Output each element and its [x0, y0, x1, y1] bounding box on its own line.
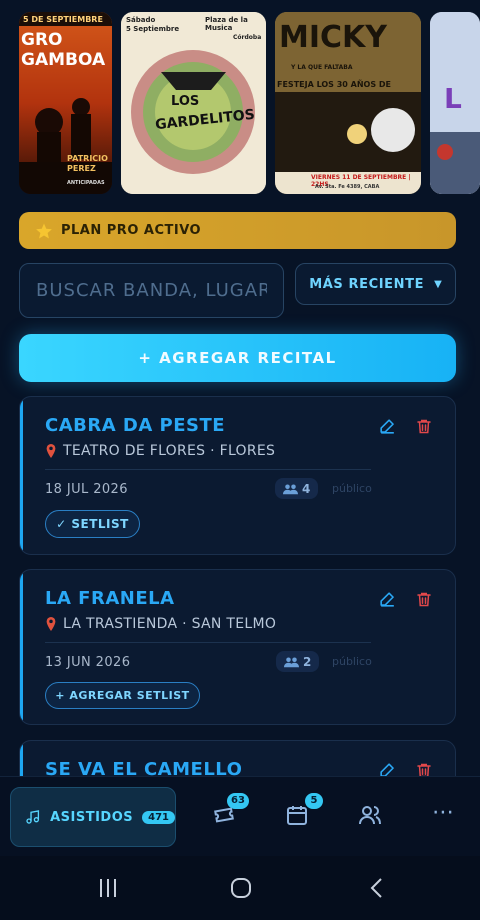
recital-card[interactable]: CABRA DA PESTE TEATRO DE FLORES · FLORES…	[19, 396, 456, 555]
divider	[45, 469, 371, 470]
sort-dropdown[interactable]: MÁS RECIENTE ▼	[295, 263, 456, 305]
band-name: CABRA DA PESTE	[45, 415, 226, 436]
visibility-label: público	[332, 655, 372, 668]
poster-micky[interactable]: MICKY Y LA QUE FALTABA FESTEJA LOS 30 AÑ…	[275, 12, 421, 194]
visibility-label: público	[332, 482, 372, 495]
venue-text: TEATRO DE FLORES · FLORES	[63, 443, 276, 459]
bottom-nav: ASISTIDOS 471 63 5 ⋯	[0, 776, 480, 856]
plan-pro-badge: PLAN PRO ACTIVO	[19, 212, 456, 249]
people-icon	[283, 484, 298, 494]
nav-asistidos[interactable]: ASISTIDOS 471	[10, 787, 176, 847]
poster-line: 5 Septiembre	[126, 25, 180, 33]
add-recital-button[interactable]: + AGREGAR RECITAL	[19, 334, 456, 382]
poster-sub: Y LA QUE FALTABA	[291, 64, 353, 71]
poster-title: LOS	[171, 94, 200, 109]
people-icon[interactable]	[358, 803, 382, 827]
poster-title: L	[444, 82, 462, 115]
poster-line: Sábado	[126, 16, 156, 24]
people-icon	[284, 657, 299, 667]
search-field[interactable]	[19, 263, 284, 318]
add-setlist-label: + AGREGAR SETLIST	[55, 689, 190, 702]
add-recital-label: + AGREGAR RECITAL	[138, 349, 337, 367]
poster-gro-gamboa[interactable]: 5 DE SEPTIEMBRE GRO GAMBOA PATRICIO PERE…	[19, 12, 112, 194]
attendees-count: 2	[303, 654, 312, 669]
attendees-badge: 2	[276, 651, 320, 672]
recital-date: 18 JUL 2026	[45, 482, 128, 497]
edit-icon[interactable]	[378, 590, 397, 609]
more-icon[interactable]: ⋯	[432, 802, 454, 824]
recital-date: 13 JUN 2026	[45, 655, 131, 670]
tickets-badge: 63	[227, 793, 249, 809]
poster-title: MICKY	[279, 20, 388, 55]
trash-icon[interactable]	[415, 417, 433, 436]
band-name: LA FRANELA	[45, 588, 175, 609]
venue-line: TEATRO DE FLORES · FLORES	[45, 443, 275, 459]
location-pin-icon	[46, 617, 56, 631]
search-input[interactable]	[36, 280, 267, 301]
poster-carousel[interactable]: 5 DE SEPTIEMBRE GRO GAMBOA PATRICIO PERE…	[0, 12, 480, 194]
caret-down-icon: ▼	[434, 278, 442, 290]
trash-icon[interactable]	[415, 590, 433, 609]
venue-text: LA TRASTIENDA · SAN TELMO	[63, 616, 277, 632]
calendar-icon[interactable]	[285, 803, 309, 827]
add-setlist-chip[interactable]: + AGREGAR SETLIST	[45, 682, 200, 709]
poster-sub: PEREZ	[67, 164, 96, 173]
poster-title: GRO GAMBOA	[21, 30, 106, 70]
poster-line: Plaza de la Musica	[205, 16, 248, 32]
star-icon	[36, 223, 52, 238]
calendar-badge: 5	[305, 793, 323, 809]
nav-asistidos-label: ASISTIDOS	[50, 809, 134, 825]
nav-asistidos-count: 471	[142, 810, 175, 824]
location-pin-icon	[46, 444, 56, 458]
poster-date: 5 DE SEPTIEMBRE	[23, 15, 103, 24]
poster-place: Av. Sta. Fe 4389, CABA	[315, 184, 380, 190]
attendees-badge: 4	[275, 478, 319, 499]
plan-label: PLAN PRO ACTIVO	[61, 223, 202, 238]
recital-card[interactable]: LA FRANELA LA TRASTIENDA · SAN TELMO 13 …	[19, 569, 456, 725]
poster-partial[interactable]: L	[430, 12, 480, 194]
setlist-chip-label: ✓ SETLIST	[56, 517, 129, 531]
home-icon[interactable]	[229, 876, 253, 900]
poster-los-gardelitos[interactable]: Sábado 5 Septiembre Plaza de la Musica C…	[121, 12, 266, 194]
poster-extra: ANTICIPADAS	[67, 180, 105, 186]
back-icon[interactable]	[366, 876, 390, 900]
poster-fest: FESTEJA LOS 30 AÑOS DE	[277, 80, 391, 89]
attendees-count: 4	[302, 481, 311, 496]
divider	[45, 642, 371, 643]
poster-sub: PATRICIO	[67, 154, 108, 163]
system-nav-bar	[0, 856, 480, 920]
recents-icon[interactable]	[96, 876, 120, 900]
venue-line: LA TRASTIENDA · SAN TELMO	[45, 616, 276, 632]
edit-icon[interactable]	[378, 417, 397, 436]
sort-label: MÁS RECIENTE	[309, 276, 425, 292]
music-note-icon	[26, 810, 40, 824]
poster-line: Córdoba	[233, 34, 262, 41]
setlist-chip[interactable]: ✓ SETLIST	[45, 510, 140, 538]
